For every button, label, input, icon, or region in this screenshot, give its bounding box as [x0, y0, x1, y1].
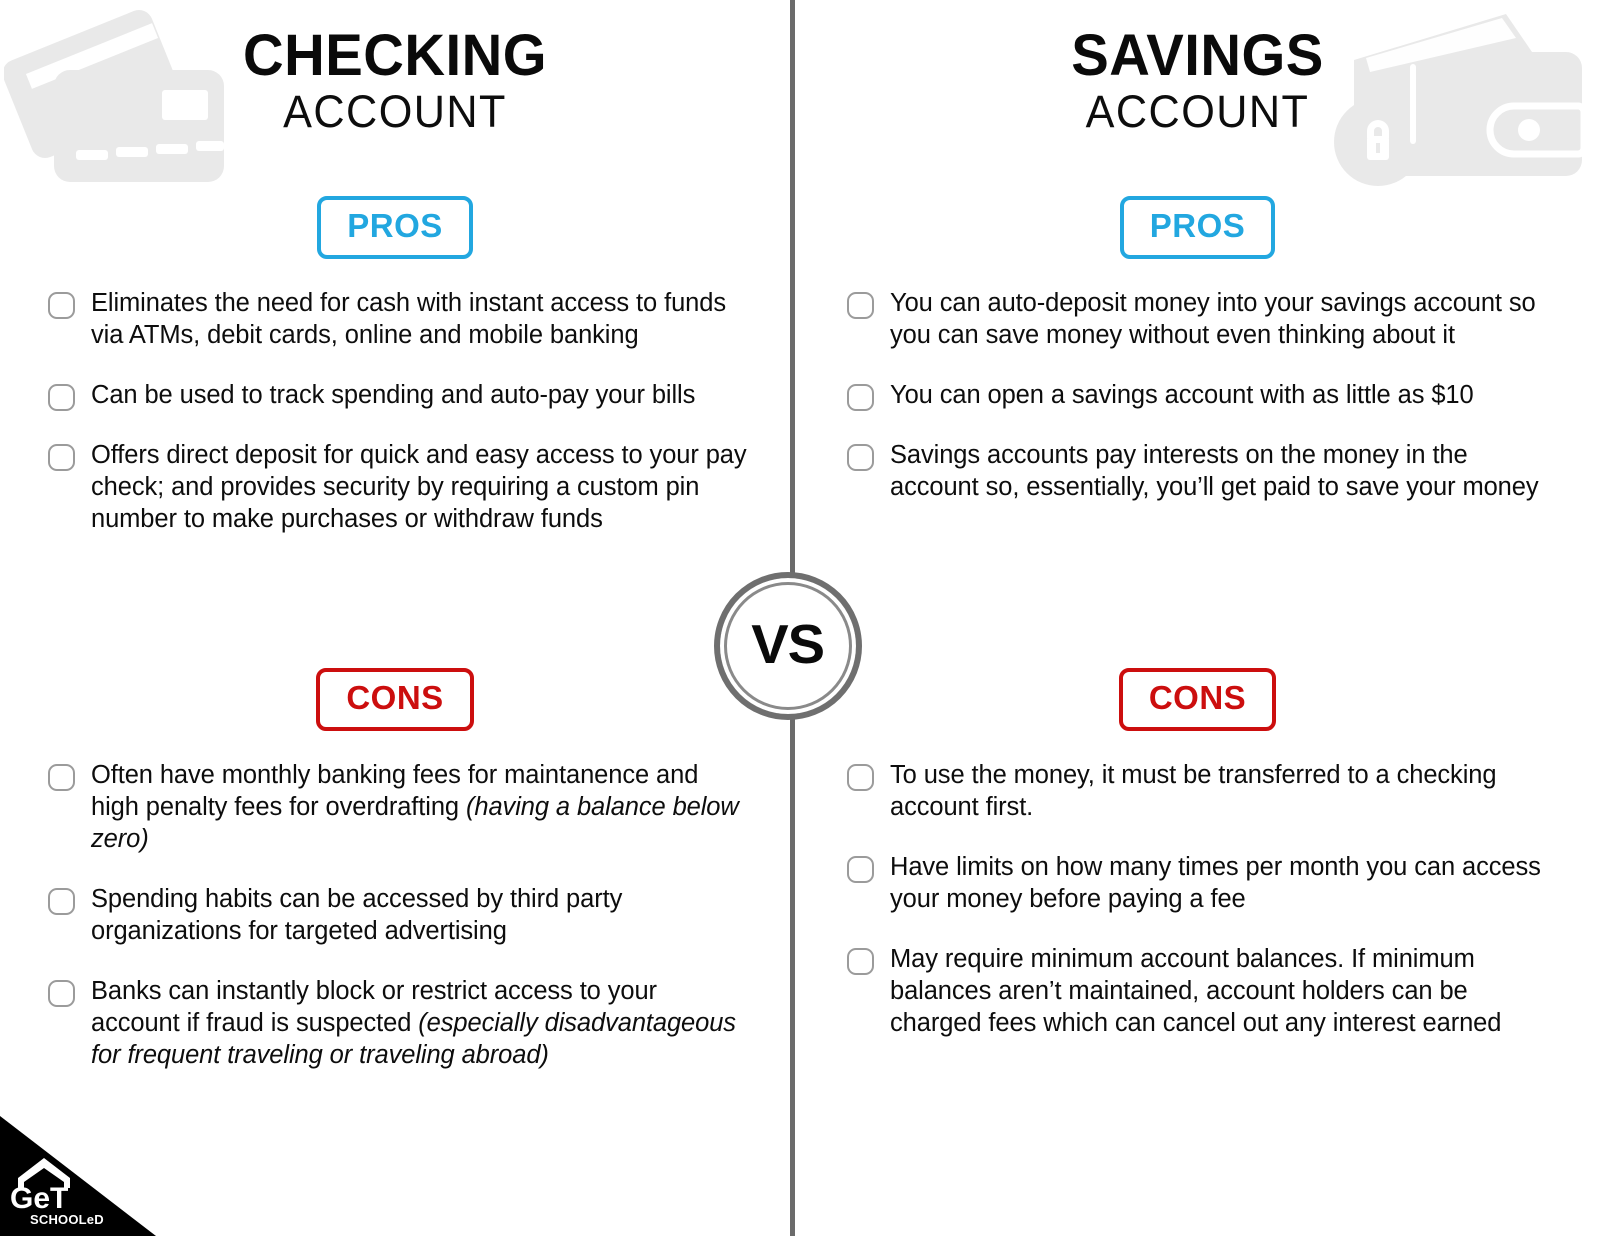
- savings-cons-badge-row: CONS: [795, 668, 1600, 731]
- savings-column: SAVINGS ACCOUNT PROS You can auto-deposi…: [795, 0, 1600, 1236]
- list-item: Savings accounts pay interests on the mo…: [847, 439, 1570, 503]
- checkbox-icon[interactable]: [847, 855, 874, 883]
- checking-pros-badge-row: PROS: [0, 196, 790, 259]
- get-schooled-logo: GeT SCHOOLeD: [0, 1116, 156, 1236]
- page-subtitle-checking: ACCOUNT: [283, 86, 507, 138]
- page-title-savings: SAVINGS: [1071, 23, 1324, 88]
- list-item-text: Savings accounts pay interests on the mo…: [890, 440, 1539, 501]
- list-item-text: Banks can instantly block or restrict ac…: [91, 976, 736, 1069]
- page-title-checking: CHECKING: [243, 23, 547, 88]
- checkbox-icon[interactable]: [847, 763, 874, 791]
- list-item-text: May require minimum account balances. If…: [890, 944, 1502, 1037]
- page-subtitle-savings: ACCOUNT: [1085, 86, 1310, 138]
- checkbox-icon[interactable]: [48, 979, 75, 1007]
- list-item: May require minimum account balances. If…: [847, 943, 1570, 1039]
- list-item-text: Can be used to track spending and auto-p…: [91, 380, 696, 409]
- list-item: Can be used to track spending and auto-p…: [48, 379, 766, 411]
- checkbox-icon[interactable]: [48, 383, 75, 411]
- list-item: Offers direct deposit for quick and easy…: [48, 439, 766, 535]
- list-item-text: Spending habits can be accessed by third…: [91, 884, 623, 945]
- list-item: To use the money, it must be transferred…: [847, 759, 1570, 823]
- checking-header: CHECKING ACCOUNT: [0, 0, 790, 138]
- checking-pros-badge: PROS: [317, 196, 473, 259]
- checkbox-icon[interactable]: [847, 947, 874, 975]
- list-item: Eliminates the need for cash with instan…: [48, 287, 766, 351]
- list-item: You can open a savings account with as l…: [847, 379, 1570, 411]
- savings-cons-list: To use the money, it must be transferred…: [795, 759, 1600, 1039]
- list-item: Often have monthly banking fees for main…: [48, 759, 766, 855]
- checkbox-icon[interactable]: [847, 443, 874, 471]
- list-item: Banks can instantly block or restrict ac…: [48, 975, 766, 1071]
- savings-pros-block: PROS You can auto-deposit money into you…: [795, 196, 1600, 531]
- savings-pros-badge-row: PROS: [795, 196, 1600, 259]
- savings-cons-badge: CONS: [1118, 668, 1277, 731]
- list-item-text: Eliminates the need for cash with instan…: [91, 288, 726, 349]
- logo-line1: GeT: [10, 1182, 68, 1215]
- checking-pros-list: Eliminates the need for cash with instan…: [0, 287, 790, 535]
- checking-cons-list: Often have monthly banking fees for main…: [0, 759, 790, 1071]
- list-item-text: Often have monthly banking fees for main…: [91, 760, 739, 853]
- checkbox-icon[interactable]: [847, 383, 874, 411]
- list-item: You can auto-deposit money into your sav…: [847, 287, 1570, 351]
- checkbox-icon[interactable]: [48, 443, 75, 471]
- logo-line2: SCHOOLeD: [30, 1212, 104, 1227]
- list-item-text: Have limits on how many times per month …: [890, 852, 1541, 913]
- checking-cons-badge-row: CONS: [0, 668, 790, 731]
- checkbox-icon[interactable]: [847, 291, 874, 319]
- checking-cons-badge: CONS: [316, 668, 474, 731]
- list-item: Spending habits can be accessed by third…: [48, 883, 766, 947]
- savings-cons-block: CONS To use the money, it must be transf…: [795, 668, 1600, 1067]
- savings-header: SAVINGS ACCOUNT: [795, 0, 1600, 138]
- list-item-text: Offers direct deposit for quick and easy…: [91, 440, 747, 533]
- list-item-text: To use the money, it must be transferred…: [890, 760, 1497, 821]
- savings-pros-badge: PROS: [1119, 196, 1276, 259]
- checking-pros-block: PROS Eliminates the need for cash with i…: [0, 196, 790, 563]
- list-item: Have limits on how many times per month …: [847, 851, 1570, 915]
- list-item-text: You can auto-deposit money into your sav…: [890, 288, 1536, 349]
- checking-cons-block: CONS Often have monthly banking fees for…: [0, 668, 790, 1099]
- checkbox-icon[interactable]: [48, 763, 75, 791]
- checking-column: CHECKING ACCOUNT PROS Eliminates the nee…: [0, 0, 790, 1236]
- checkbox-icon[interactable]: [48, 291, 75, 319]
- checkbox-icon[interactable]: [48, 887, 75, 915]
- infographic-page: VS CHECKING ACCOUNT PROS Eliminates the …: [0, 0, 1600, 1236]
- savings-pros-list: You can auto-deposit money into your sav…: [795, 287, 1600, 503]
- logo-mark-icon: GeT SCHOOLeD: [10, 1158, 104, 1227]
- list-item-text: You can open a savings account with as l…: [890, 380, 1474, 409]
